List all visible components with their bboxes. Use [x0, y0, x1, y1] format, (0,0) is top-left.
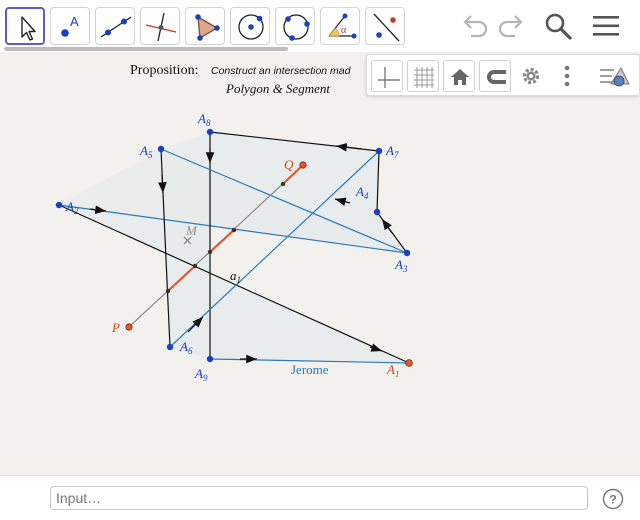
polygon-icon [195, 14, 220, 41]
angle-icon: α [328, 13, 357, 39]
move-tool[interactable] [5, 7, 45, 45]
label-a7: A7 [385, 143, 399, 160]
input-bar: ? [0, 475, 640, 520]
input-help-button[interactable]: ? [602, 488, 624, 510]
undo-button[interactable] [458, 10, 492, 42]
undo-icon [463, 15, 488, 38]
toolbar-scrollbar[interactable] [4, 47, 288, 51]
vertex-a8[interactable] [206, 128, 214, 136]
standard-view-button[interactable] [443, 60, 475, 92]
vertex-a5[interactable] [157, 145, 165, 153]
toolbar: A α [0, 0, 640, 52]
intersection-point[interactable] [207, 249, 213, 255]
cursor-arrow-icon [21, 16, 36, 41]
help-icon: ? [602, 488, 624, 510]
intersection-point[interactable] [192, 263, 198, 269]
redo-button[interactable] [494, 10, 528, 42]
point-tool-glyph: A [70, 14, 79, 29]
show-grid-button[interactable] [407, 60, 439, 92]
proposition-subtitle: Polygon & Segment [225, 81, 330, 96]
label-a8: A8 [197, 111, 211, 128]
circle-three-points-icon [283, 14, 310, 41]
magnet-icon [487, 70, 506, 84]
more-vertical-icon [564, 65, 570, 87]
vertex-a3[interactable] [403, 249, 411, 257]
line-icon [100, 16, 132, 38]
toggle-style-bar-icon [600, 66, 630, 87]
geometry-canvas[interactable]: Proposition: Construct an intersection m… [0, 52, 640, 475]
vertex-a1[interactable] [405, 359, 413, 367]
search-button[interactable] [541, 10, 575, 42]
settings-button[interactable] [515, 60, 547, 92]
intersection-point[interactable] [280, 181, 286, 187]
label-m: M [185, 223, 198, 238]
gear-icon [522, 67, 540, 85]
vertex-a7[interactable] [375, 147, 383, 155]
menu-icon [593, 16, 619, 36]
vertex-a2[interactable] [55, 201, 63, 209]
algebra-input[interactable] [50, 486, 588, 510]
redo-icon [498, 15, 523, 38]
vertex-a4[interactable] [373, 208, 381, 216]
more-options-button[interactable] [551, 60, 583, 92]
search-icon [545, 13, 572, 40]
reflect-icon [373, 13, 400, 42]
point-capturing-button[interactable] [479, 60, 511, 92]
proposition-text: Construct an intersection mad [211, 65, 352, 77]
show-axes-button[interactable] [371, 60, 403, 92]
perpendicular-line-icon [145, 12, 177, 42]
vertex-a6[interactable] [166, 343, 174, 351]
label-a1: A1 [386, 362, 399, 379]
toggle-style-bar-button[interactable] [597, 60, 630, 92]
label-p: P [111, 320, 120, 335]
point-p[interactable] [125, 323, 133, 331]
intersection-point[interactable] [231, 227, 237, 233]
vertex-a9[interactable] [206, 355, 214, 363]
intersection-part-2[interactable] [209, 229, 235, 253]
label-a3: A3 [394, 257, 408, 274]
svg-text:?: ? [609, 493, 616, 507]
point-icon: A [61, 14, 79, 37]
label-q: Q [284, 157, 294, 172]
menu-button[interactable] [589, 10, 623, 42]
home-icon [451, 69, 469, 85]
point-q[interactable] [299, 161, 307, 169]
graphics-view[interactable]: Proposition: Construct an intersection m… [0, 52, 640, 475]
circle-center-icon [238, 14, 264, 40]
line-tool[interactable] [95, 7, 135, 45]
angle-tool[interactable]: α [320, 7, 360, 45]
proposition-label: Proposition: [130, 63, 198, 78]
grid-icon [414, 67, 434, 88]
circle-center-point-tool[interactable] [230, 7, 270, 45]
author-label: Jerome [291, 362, 329, 377]
perpendicular-line-tool[interactable] [140, 7, 180, 45]
axes-icon [378, 67, 400, 88]
intersection-point[interactable] [165, 288, 171, 294]
point-tool[interactable]: A [50, 7, 90, 45]
reflect-about-line-tool[interactable] [365, 7, 405, 45]
angle-tool-glyph: α [341, 25, 347, 36]
circle-three-points-tool[interactable] [275, 7, 315, 45]
style-bar [366, 54, 640, 96]
label-a9: A9 [194, 366, 208, 383]
polygon-tool[interactable] [185, 7, 225, 45]
label-a5: A5 [139, 143, 153, 160]
label-segment-a1: a1 [230, 268, 241, 285]
